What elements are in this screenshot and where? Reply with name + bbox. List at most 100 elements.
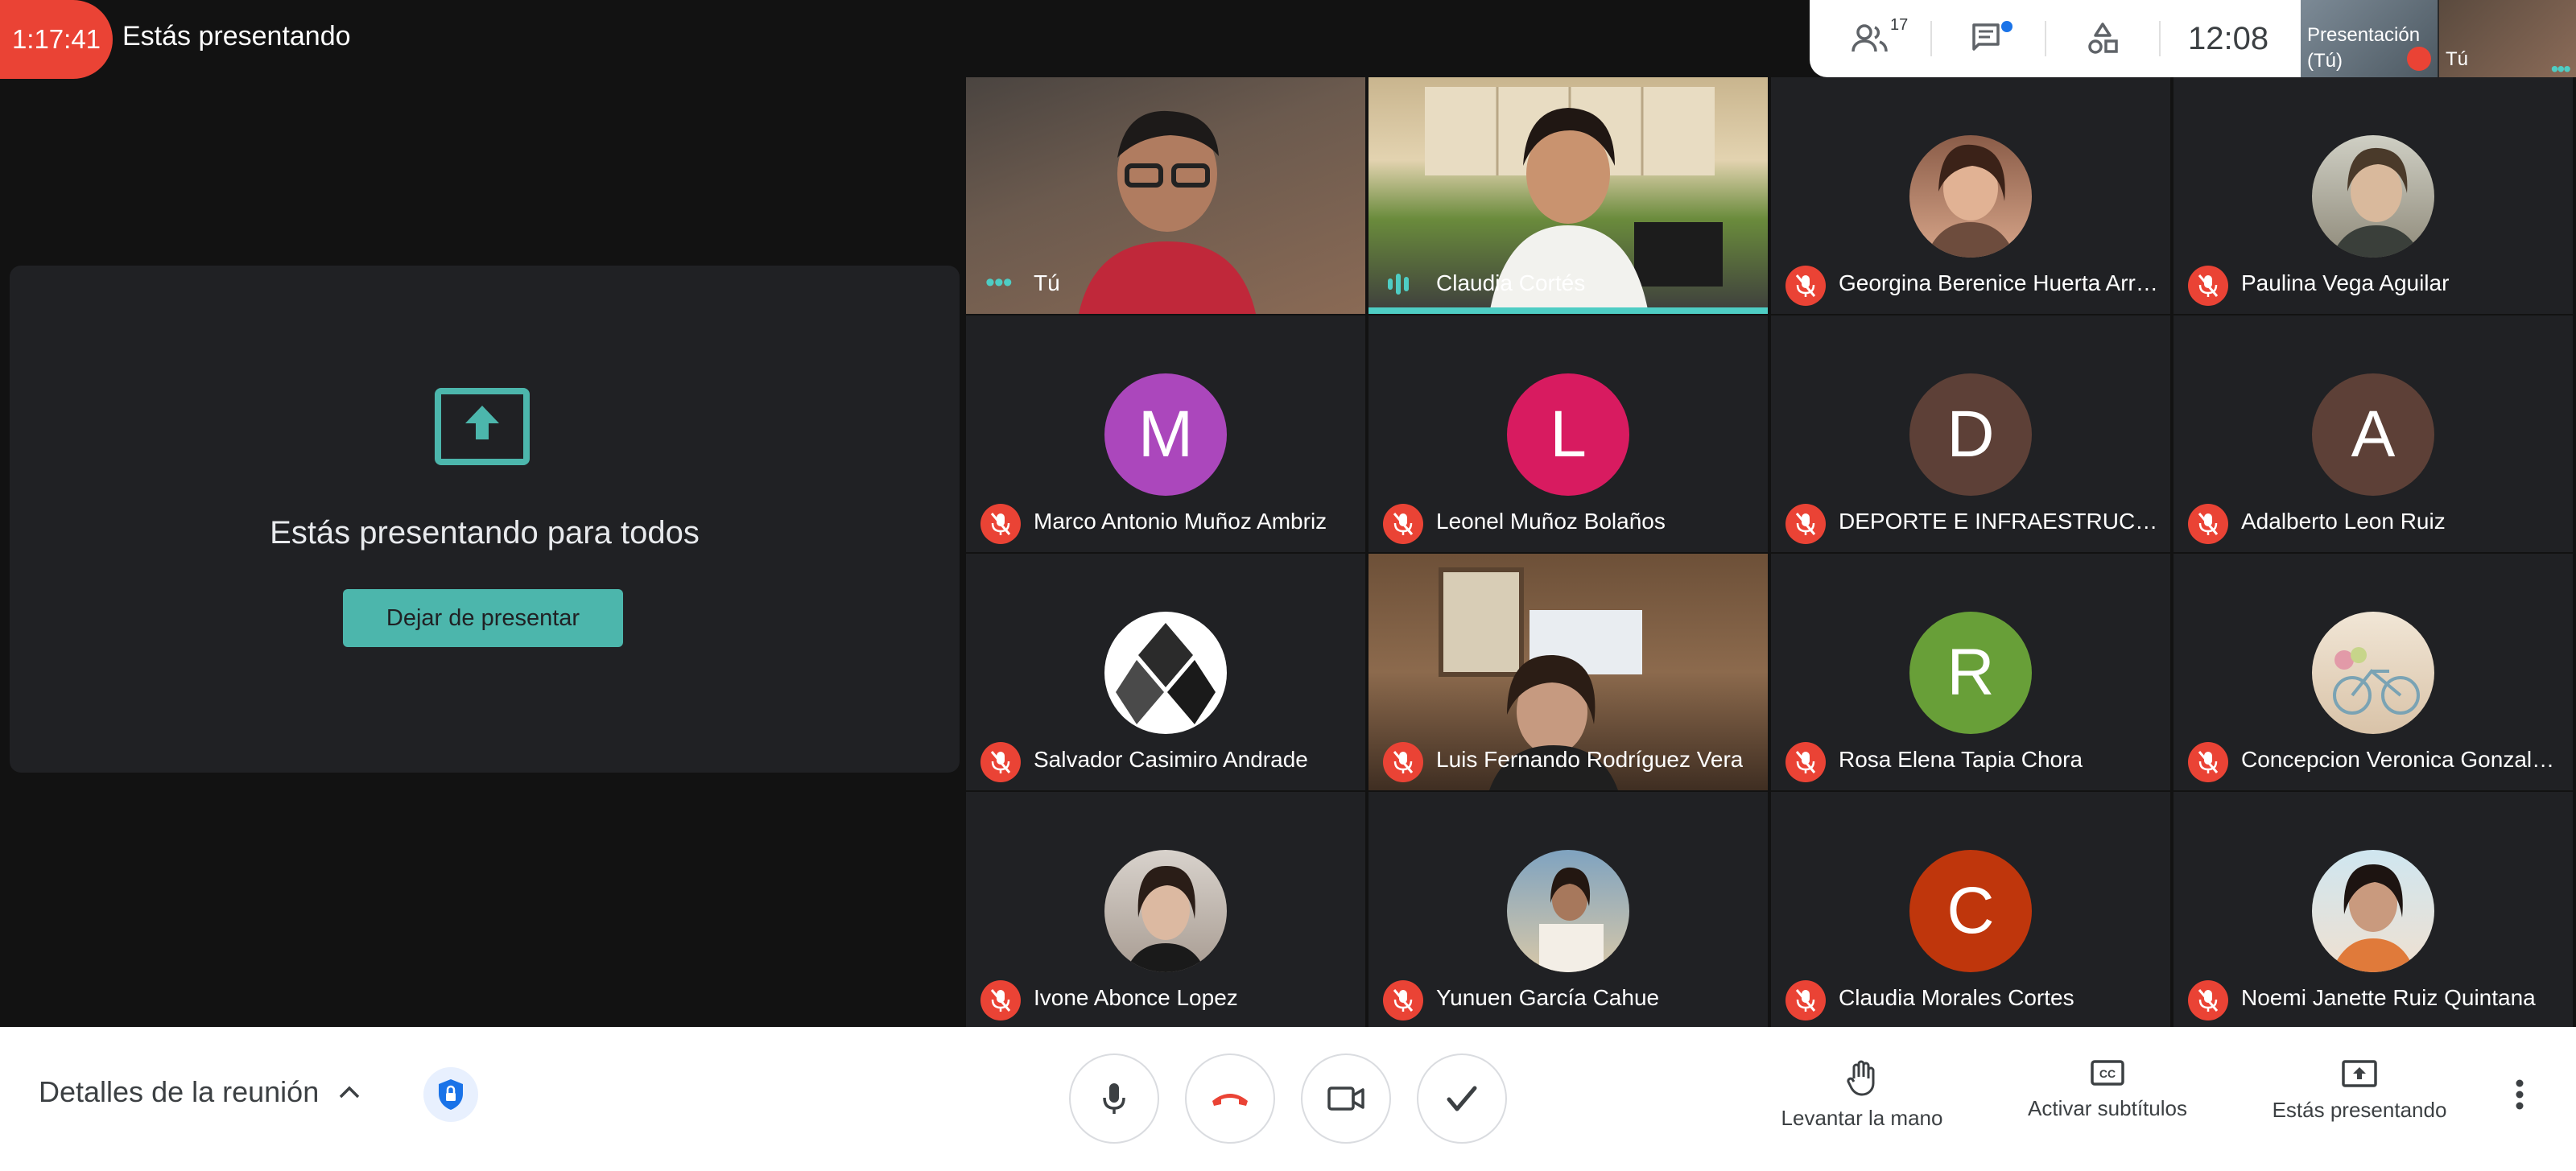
participant-tile[interactable]: Georgina Berenice Huerta Arre... [1771,77,2170,314]
more-options-icon[interactable]: ••• [2551,56,2571,77]
participant-tile[interactable]: D DEPORTE E INFRAESTRUCTU... [1771,315,2170,552]
checkmark-icon [1447,1086,1477,1111]
participant-name: Tú [1034,270,1060,295]
muted-icon [1383,504,1423,544]
host-controls-button[interactable] [423,1067,478,1122]
leave-call-button[interactable] [1185,1053,1275,1144]
avatar: R [1909,612,2032,734]
avatar [1507,850,1629,972]
muted-icon [1785,980,1826,1021]
raise-hand-label: Levantar la mano [1781,1106,1943,1130]
muted-icon [980,504,1021,544]
participant-count: 17 [1890,16,1909,34]
presenting-message: Estás presentando para todos [270,515,700,550]
clock: 12:08 [2188,20,2269,56]
avatar [2312,612,2434,734]
avatar [1104,612,1227,734]
participant-tile[interactable]: A Adalberto Leon Ruiz [2174,315,2573,552]
participant-tile[interactable]: Concepcion Veronica Gonzale... [2174,554,2573,790]
captions-button[interactable]: CC Activar subtítulos [2014,1059,2201,1121]
participant-tile[interactable]: Claudia Cortés [1368,77,1768,314]
participant-tile[interactable]: Noemi Janette Ruiz Quintana [2174,792,2573,1029]
avatar [1104,850,1227,972]
participant-name: Rosa Elena Tapia Chora [1839,747,2083,772]
svg-text:CC: CC [2099,1067,2116,1080]
shapes-icon [2088,23,2118,54]
more-options-button[interactable] [2515,1078,2524,1115]
avatar: A [2312,373,2434,496]
participant-name: Leonel Muñoz Bolaños [1436,509,1666,534]
microphone-icon [1103,1083,1125,1114]
closed-captions-icon: CC [2091,1060,2124,1086]
chat-button[interactable] [1932,0,2045,77]
avatar: C [1909,850,2032,972]
self-label: Tú [2446,48,2469,70]
hang-up-icon [1212,1094,1248,1106]
muted-icon [1785,504,1826,544]
avatar: D [1909,373,2032,496]
participant-name: Paulina Vega Aguilar [2241,270,2450,295]
avatar [2312,135,2434,258]
chevron-up-icon [339,1086,360,1099]
microphone-button[interactable] [1069,1053,1159,1144]
present-screen-icon [2342,1060,2377,1087]
more-options-icon[interactable]: ••• [985,267,1013,299]
vertical-dots-icon [2516,1079,2524,1110]
participant-grid: ••• Tú Claudia Cortés Georgina Berenice … [966,77,2576,1029]
participant-name: Luis Fernando Rodríguez Vera [1436,747,1744,772]
muted-icon [980,980,1021,1021]
muted-icon [1383,980,1423,1021]
participant-tile[interactable]: M Marco Antonio Muñoz Ambriz [966,315,1365,552]
muted-icon [980,742,1021,782]
raise-hand-button[interactable]: Levantar la mano [1776,1059,1948,1131]
presenting-panel: Estás presentando para todos Dejar de pr… [10,266,960,773]
participant-tile[interactable]: C Claudia Morales Cortes [1771,792,2170,1029]
participant-tile[interactable]: Luis Fernando Rodríguez Vera [1368,554,1768,790]
muted-icon [2188,504,2228,544]
participant-name: Yunuen García Cahue [1436,985,1660,1010]
top-toolbar: 17 12:08 [1810,0,2301,77]
meeting-details-label: Detalles de la reunión [39,1075,320,1108]
participant-name: DEPORTE E INFRAESTRUCTU... [1839,509,2161,534]
participant-tile[interactable]: Yunuen García Cahue [1368,792,1768,1029]
camera-button[interactable] [1301,1053,1391,1144]
bottom-control-bar: Detalles de la reunión Levantar la mano … [0,1027,2576,1171]
muted-icon [2407,47,2431,71]
people-icon [1852,24,1888,52]
unread-dot [2001,21,2013,32]
recording-timer: 1:17:41 [0,0,113,79]
participant-name: Georgina Berenice Huerta Arre... [1839,270,2161,295]
participant-tile[interactable]: L Leonel Muñoz Bolaños [1368,315,1768,552]
muted-icon [2188,266,2228,306]
participant-tile[interactable]: R Rosa Elena Tapia Chora [1771,554,2170,790]
participant-name: Ivone Abonce Lopez [1034,985,1238,1010]
muted-icon [1785,266,1826,306]
participants-button[interactable]: 17 [1810,0,1930,77]
participant-name: Noemi Janette Ruiz Quintana [2241,985,2536,1010]
participant-tile[interactable]: Salvador Casimiro Andrade [966,554,1365,790]
avatar [1909,135,2032,258]
participant-name: Claudia Morales Cortes [1839,985,2074,1010]
hand-icon [1847,1060,1875,1096]
present-screen-icon [435,388,530,465]
muted-icon [1785,742,1826,782]
stop-presenting-button[interactable]: Dejar de presentar [343,589,623,647]
participant-tile[interactable]: Paulina Vega Aguilar [2174,77,2573,314]
avatar [2312,850,2434,972]
present-now-button[interactable]: Estás presentando [2268,1059,2450,1123]
activities-button[interactable] [2046,0,2159,77]
captions-label: Activar subtítulos [2028,1096,2187,1120]
presenting-label: Estás presentando [2272,1098,2447,1122]
participant-name: Salvador Casimiro Andrade [1034,747,1308,772]
participant-video [1079,110,1256,314]
active-speaker-bar [1368,307,1768,314]
participant-tile[interactable]: Ivone Abonce Lopez [966,792,1365,1029]
video-camera-icon [1327,1086,1364,1111]
muted-icon [2188,980,2228,1021]
presenting-status: Estás presentando [122,21,351,52]
checkmark-button[interactable] [1417,1053,1507,1144]
participant-tile[interactable]: ••• Tú [966,77,1365,314]
self-preview[interactable]: Presentación (Tú) Tú ••• [2301,0,2576,77]
meeting-details-button[interactable]: Detalles de la reunión [39,1075,361,1109]
speaking-indicator-icon [1388,274,1409,295]
